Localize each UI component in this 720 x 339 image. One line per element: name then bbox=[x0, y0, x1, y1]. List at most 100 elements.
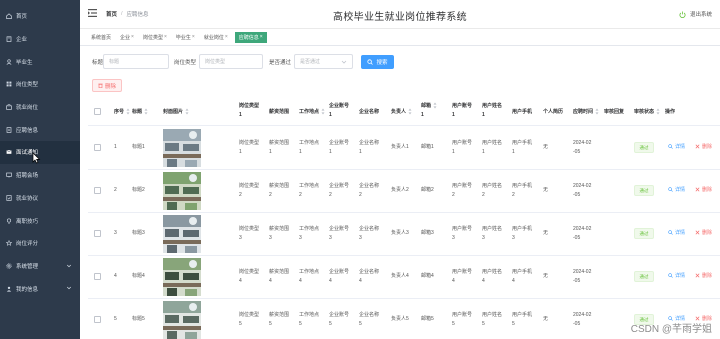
cell-resume: 无 bbox=[543, 273, 549, 279]
cell-line: 4 bbox=[512, 277, 515, 284]
row-title: 标题3 bbox=[132, 230, 145, 236]
sidebar-item-2[interactable]: 企业 bbox=[0, 28, 80, 51]
row-checkbox[interactable] bbox=[94, 316, 101, 323]
sort-icon[interactable] bbox=[144, 108, 148, 115]
tab-4[interactable]: 毕业生 × bbox=[174, 32, 197, 43]
cell-line: 3 bbox=[482, 234, 485, 241]
column-header-10[interactable]: 邮箱 1 bbox=[421, 97, 437, 126]
sort-icon[interactable] bbox=[595, 108, 599, 115]
type-search-input[interactable]: 岗位类型 bbox=[199, 54, 263, 69]
detail-button[interactable]: 详情 bbox=[668, 143, 685, 150]
column-header-1[interactable]: 序号 bbox=[114, 97, 130, 126]
cell-salary: 薪资范围 1 bbox=[269, 139, 289, 156]
close-icon[interactable]: × bbox=[225, 34, 228, 40]
sort-icon[interactable] bbox=[185, 108, 189, 115]
tab-2[interactable]: 企业 × bbox=[118, 32, 136, 43]
delete-button[interactable]: 删除 bbox=[695, 143, 712, 150]
tab-5[interactable]: 就业岗位 × bbox=[202, 32, 230, 43]
pass-filter-placeholder: 是否通过 bbox=[300, 59, 321, 65]
cell-email: 邮箱2 bbox=[421, 187, 434, 193]
column-header-label: 岗位类型 bbox=[239, 103, 260, 109]
status-badge: 通过 bbox=[634, 228, 654, 239]
delete-button[interactable]: 删除 bbox=[695, 272, 712, 279]
sidebar-item-3[interactable]: 毕业生 bbox=[0, 50, 80, 73]
column-header-2[interactable]: 标题 bbox=[132, 97, 148, 126]
sidebar-item-8[interactable]: 招聘会场 bbox=[0, 164, 80, 187]
table-row: 5 标题5 岗位类型 5 薪资范围 5 工作地点 5 企业账号 5 企业名称 5 负责人5 邮箱5 用户账… bbox=[88, 299, 720, 339]
detail-button[interactable]: 详情 bbox=[668, 186, 685, 193]
column-header-15[interactable]: 应聘时间 bbox=[573, 97, 599, 126]
tab-6[interactable]: 应聘信息 × bbox=[234, 31, 267, 43]
cell-line: 工作地点 bbox=[299, 140, 320, 146]
cell-company-name: 企业名称 4 bbox=[359, 268, 379, 285]
cell-line: 用户姓名 bbox=[482, 269, 503, 275]
sidebar-item-1[interactable]: 首页 bbox=[0, 5, 80, 28]
cell-line: 1 bbox=[299, 148, 302, 155]
close-icon[interactable]: × bbox=[260, 34, 263, 40]
column-header-3[interactable]: 封面图片 bbox=[163, 97, 189, 126]
row-checkbox[interactable] bbox=[94, 144, 101, 151]
logout-button[interactable]: 退出系统 bbox=[679, 10, 712, 18]
select-all-checkbox[interactable] bbox=[94, 108, 101, 115]
close-icon[interactable]: × bbox=[131, 34, 134, 40]
cell-user-account: 用户账号 1 bbox=[452, 139, 472, 156]
cell-line: 薪资范围 bbox=[269, 269, 290, 275]
row-checkbox[interactable] bbox=[94, 273, 101, 280]
cell-line: 企业名称 bbox=[359, 183, 380, 189]
row-checkbox[interactable] bbox=[94, 230, 101, 237]
sort-icon[interactable] bbox=[321, 108, 325, 115]
tab-3[interactable]: 岗位类型 × bbox=[141, 32, 169, 43]
cell-salary: 薪资范围 2 bbox=[269, 182, 289, 199]
cell-time: 2024-02 -05 bbox=[573, 139, 591, 156]
sort-icon[interactable] bbox=[408, 108, 412, 115]
close-icon[interactable]: × bbox=[164, 34, 167, 40]
cell-line: 2024-02 bbox=[573, 140, 592, 146]
sidebar-item-6[interactable]: 应聘信息 bbox=[0, 118, 80, 141]
tab-1[interactable]: 系统首页 bbox=[89, 32, 113, 43]
sidebar-item-11[interactable]: 岗位评分 bbox=[0, 232, 80, 255]
cell-line: 4 bbox=[239, 277, 242, 284]
cell-line: 4 bbox=[359, 277, 362, 284]
status-badge: 通过 bbox=[634, 185, 654, 196]
sort-icon[interactable] bbox=[126, 108, 130, 115]
menu-toggle-icon[interactable] bbox=[88, 9, 97, 17]
cell-user-account: 用户账号 2 bbox=[452, 182, 472, 199]
sidebar-item-10[interactable]: 离职技巧 bbox=[0, 209, 80, 232]
bulk-delete-button[interactable]: 删除 bbox=[92, 79, 122, 92]
column-header-suffix: 1 bbox=[421, 112, 424, 118]
cell-line: 4 bbox=[329, 277, 332, 284]
sidebar-item-12[interactable]: 系统管理 bbox=[0, 255, 80, 278]
detail-button[interactable]: 详情 bbox=[668, 229, 685, 236]
cell-line: 1 bbox=[512, 148, 515, 155]
sidebar-item-9[interactable]: 就业协议 bbox=[0, 187, 80, 210]
search-button[interactable]: 搜索 bbox=[361, 55, 394, 69]
cell-user-name: 用户姓名 3 bbox=[482, 225, 502, 242]
breadcrumb-home[interactable]: 首页 bbox=[106, 10, 117, 18]
sidebar-item-4[interactable]: 岗位类型 bbox=[0, 73, 80, 96]
cell-user-phone: 用户手机 4 bbox=[512, 268, 532, 285]
title-search-input[interactable]: 标题 bbox=[103, 54, 169, 69]
row-checkbox[interactable] bbox=[94, 187, 101, 194]
column-header-6[interactable]: 工作地点 bbox=[299, 97, 325, 126]
column-header-9[interactable]: 负责人 bbox=[391, 97, 412, 126]
cell-user-phone: 用户手机 1 bbox=[512, 139, 532, 156]
cell-location: 工作地点 1 bbox=[299, 139, 319, 156]
sort-icon[interactable] bbox=[433, 102, 437, 109]
column-header-label: 审核回复 bbox=[604, 109, 625, 115]
sidebar-item-5[interactable]: 就业岗位 bbox=[0, 96, 80, 119]
cell-line: 用户姓名 bbox=[482, 183, 503, 189]
close-icon[interactable]: × bbox=[192, 34, 195, 40]
pass-filter-select[interactable]: 是否通过 bbox=[294, 54, 353, 69]
column-header-17[interactable]: 审核状态 bbox=[634, 97, 660, 126]
delete-button[interactable]: 删除 bbox=[695, 229, 712, 236]
sort-icon[interactable] bbox=[656, 108, 660, 115]
sidebar-item-label: 岗位评分 bbox=[16, 241, 39, 248]
detail-button[interactable]: 详情 bbox=[668, 272, 685, 279]
delete-button[interactable]: 删除 bbox=[695, 186, 712, 193]
cell-line: 薪资范围 bbox=[269, 140, 290, 146]
status-badge: 通过 bbox=[634, 142, 654, 153]
cell-line: 3 bbox=[269, 234, 272, 241]
cell-user-name: 用户姓名 5 bbox=[482, 311, 502, 328]
cell-line: 2024-02 bbox=[573, 226, 592, 232]
sidebar-item-13[interactable]: 我的信息 bbox=[0, 277, 80, 300]
